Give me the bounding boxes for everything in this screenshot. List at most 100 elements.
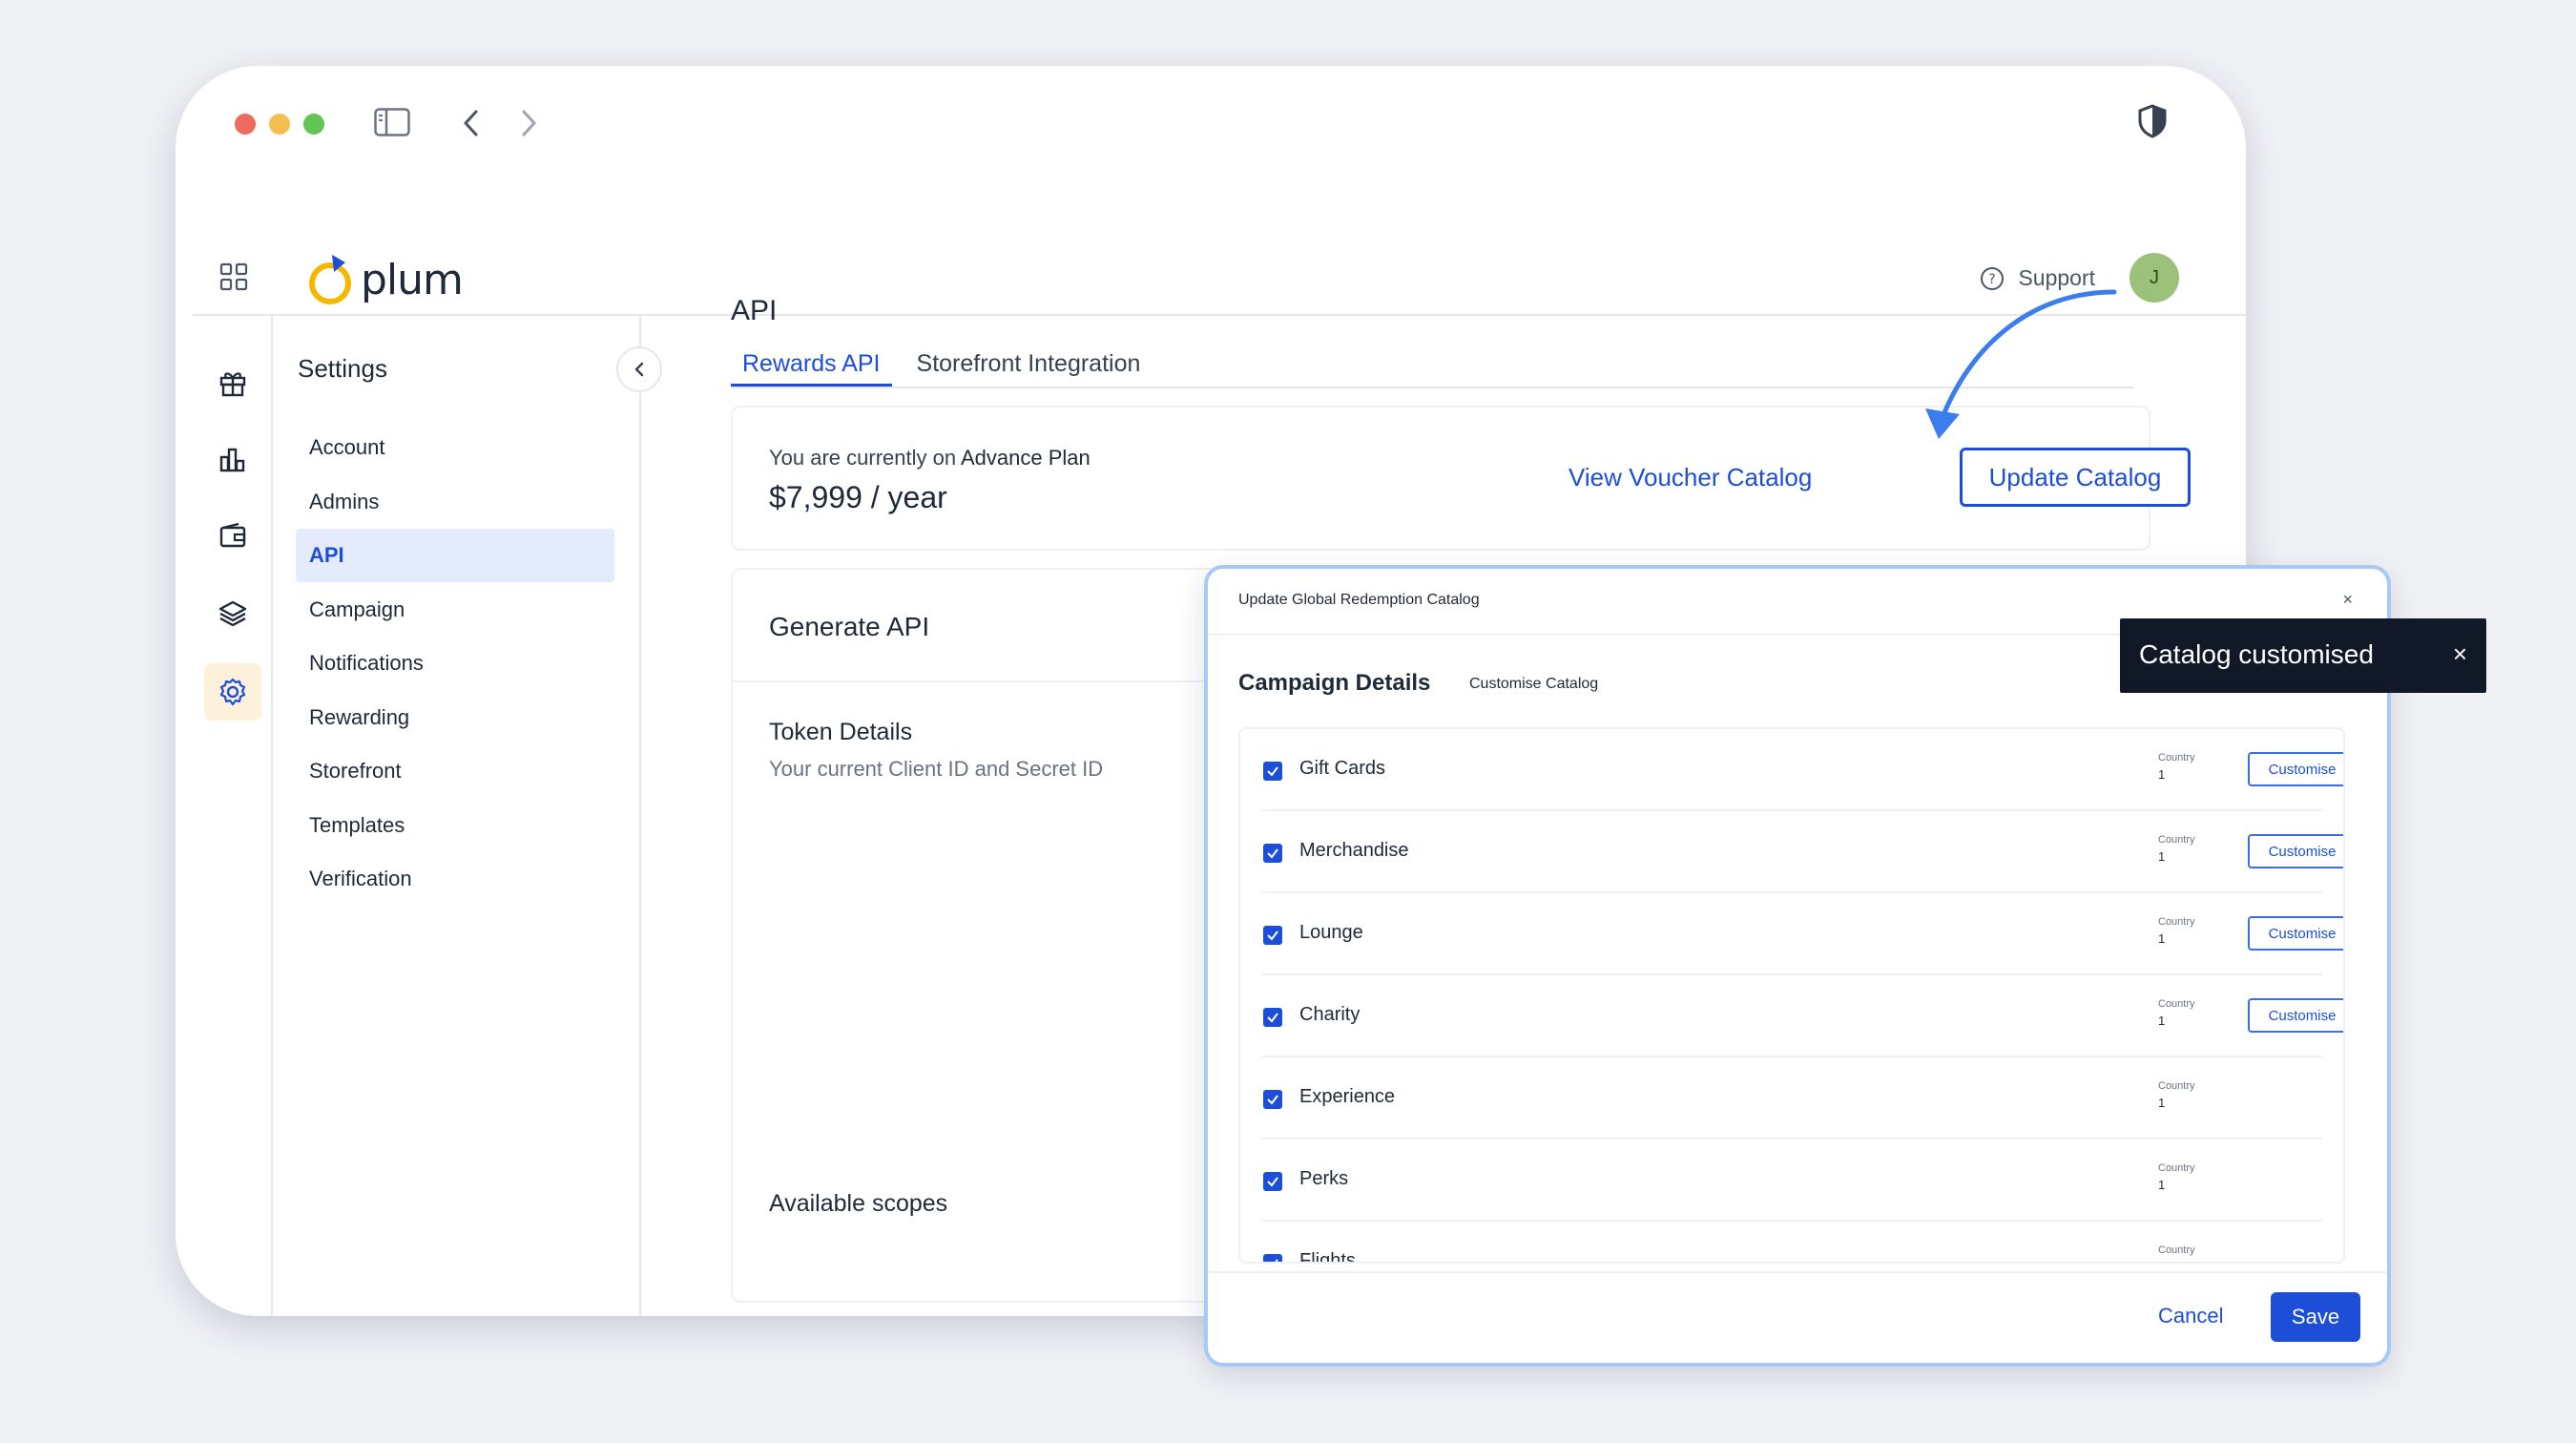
- checkbox[interactable]: [1263, 1008, 1282, 1027]
- sidebar-item-templates[interactable]: Templates: [296, 799, 614, 852]
- update-catalog-button[interactable]: Update Catalog: [1960, 448, 2191, 507]
- list-item: Charity Country 1 Customise: [1261, 975, 2343, 1057]
- view-voucher-catalog-link[interactable]: View Voucher Catalog: [1568, 463, 1812, 492]
- country-value: 1: [2158, 1260, 2165, 1262]
- collapse-sidebar-button[interactable]: [616, 346, 662, 392]
- plan-line: You are currently on Advance Plan: [769, 446, 1091, 471]
- check-icon: [1267, 1013, 1278, 1023]
- rail-settings[interactable]: [204, 663, 261, 721]
- checkbox[interactable]: [1263, 1090, 1282, 1109]
- svg-text:?: ?: [1989, 272, 1996, 287]
- country-value: 1: [2158, 767, 2166, 782]
- country-label: Country: [2158, 916, 2195, 928]
- toast-close-icon[interactable]: ×: [2453, 639, 2467, 669]
- list-item: Lounge Country 1 Customise: [1261, 893, 2343, 975]
- sidebar-item-storefront[interactable]: Storefront: [296, 744, 614, 798]
- sidebar-toggle-icon[interactable]: [374, 108, 410, 141]
- shield-icon[interactable]: [2137, 104, 2168, 143]
- list-item: Experience Country 1: [1261, 1057, 2322, 1140]
- logo-text: plum: [361, 255, 464, 304]
- row-label: Merchandise: [1299, 840, 1409, 861]
- country-label: Country: [2158, 1080, 2195, 1092]
- plum-logo-icon: [309, 255, 351, 304]
- window-controls: [235, 114, 324, 135]
- list-item: Flights Country 1: [1261, 1222, 2322, 1264]
- country-label: Country: [2158, 752, 2195, 763]
- sidebar-item-notifications[interactable]: Notifications: [296, 637, 614, 690]
- back-arrow-icon[interactable]: [460, 108, 483, 143]
- token-details-subtitle: Your current Client ID and Secret ID: [769, 757, 1104, 781]
- catalog-list: Gift Cards Country 1 Customise Merchandi…: [1238, 727, 2345, 1264]
- cancel-button[interactable]: Cancel: [2158, 1304, 2223, 1328]
- row-label: Flights: [1299, 1250, 1356, 1264]
- sidebar-item-rewarding[interactable]: Rewarding: [296, 691, 614, 744]
- sidebar-item-api[interactable]: API: [296, 529, 614, 582]
- check-icon: [1267, 848, 1278, 859]
- modal-close-icon[interactable]: ×: [2342, 590, 2353, 610]
- customise-button[interactable]: Customise: [2248, 752, 2343, 786]
- modal-footer-divider: [1208, 1271, 2387, 1273]
- checkbox[interactable]: [1263, 926, 1282, 945]
- check-icon: [1275, 1259, 1278, 1262]
- gift-icon: [219, 372, 246, 397]
- row-label: Experience: [1299, 1086, 1396, 1107]
- checkbox[interactable]: [1263, 1254, 1282, 1262]
- wallet-icon: [219, 522, 246, 548]
- token-details-title: Token Details: [769, 719, 913, 745]
- layers-icon: [218, 600, 247, 627]
- list-item: Gift Cards Country 1 Customise: [1261, 729, 2343, 811]
- annotation-arrow-icon: [1925, 289, 2117, 439]
- check-icon: [1267, 1177, 1278, 1187]
- rail-layers[interactable]: [204, 585, 261, 642]
- toast-message: Catalog customised: [2139, 639, 2374, 669]
- country-value: 1: [2158, 1178, 2166, 1192]
- forward-arrow-icon[interactable]: [517, 108, 540, 143]
- plan-prefix: You are currently on: [769, 446, 957, 470]
- sidebar-item-campaign[interactable]: Campaign: [296, 583, 614, 637]
- sidebar-title: Settings: [298, 354, 387, 383]
- settings-menu: Account Admins API Campaign Notification…: [296, 421, 614, 907]
- modal-title: Update Global Redemption Catalog: [1238, 592, 1480, 608]
- check-icon: [1267, 931, 1278, 941]
- row-label: Gift Cards: [1299, 758, 1386, 779]
- icon-rail: [193, 316, 273, 1316]
- list-item: Perks Country 1: [1261, 1140, 2322, 1222]
- rail-analytics[interactable]: [204, 430, 261, 488]
- checkbox[interactable]: [1263, 1172, 1282, 1191]
- close-window-button[interactable]: [235, 114, 256, 135]
- plan-price: $7,999 / year: [769, 480, 947, 514]
- row-label: Lounge: [1299, 922, 1363, 943]
- country-label: Country: [2158, 834, 2195, 846]
- generate-api-title: Generate API: [769, 612, 930, 641]
- maximize-window-button[interactable]: [303, 114, 324, 135]
- rail-wallet[interactable]: [204, 507, 261, 564]
- country-value: 1: [2158, 931, 2166, 946]
- checkbox[interactable]: [1263, 762, 1282, 781]
- settings-sidebar: Settings Account Admins API Campaign Not…: [273, 316, 662, 1316]
- customise-catalog-label: Customise Catalog: [1469, 676, 1599, 692]
- country-value: 1: [2158, 1014, 2166, 1028]
- tab-storefront-integration[interactable]: Storefront Integration: [905, 350, 1153, 387]
- checkbox[interactable]: [1263, 844, 1282, 863]
- gear-icon: [219, 678, 246, 706]
- sidebar-item-account[interactable]: Account: [296, 421, 614, 474]
- chevron-left-icon: [634, 362, 644, 377]
- apps-grid-icon[interactable]: [219, 262, 248, 296]
- check-icon: [1267, 766, 1278, 777]
- toast-notification: Catalog customised ×: [2120, 618, 2486, 693]
- country-label: Country: [2158, 1244, 2195, 1256]
- row-label: Charity: [1299, 1004, 1361, 1025]
- minimize-window-button[interactable]: [269, 114, 290, 135]
- customise-button[interactable]: Customise: [2248, 834, 2343, 868]
- country-label: Country: [2158, 1162, 2195, 1174]
- rail-gift[interactable]: [204, 354, 261, 411]
- list-item: Merchandise Country 1 Customise: [1261, 811, 2343, 893]
- customise-button[interactable]: Customise: [2248, 916, 2343, 951]
- tab-rewards-api[interactable]: Rewards API: [731, 350, 892, 387]
- customise-button[interactable]: Customise: [2248, 998, 2343, 1033]
- country-value: 1: [2158, 1096, 2166, 1110]
- page-title: API: [731, 295, 778, 326]
- sidebar-item-admins[interactable]: Admins: [296, 475, 614, 529]
- save-button[interactable]: Save: [2271, 1292, 2360, 1342]
- sidebar-item-verification[interactable]: Verification: [296, 852, 614, 906]
